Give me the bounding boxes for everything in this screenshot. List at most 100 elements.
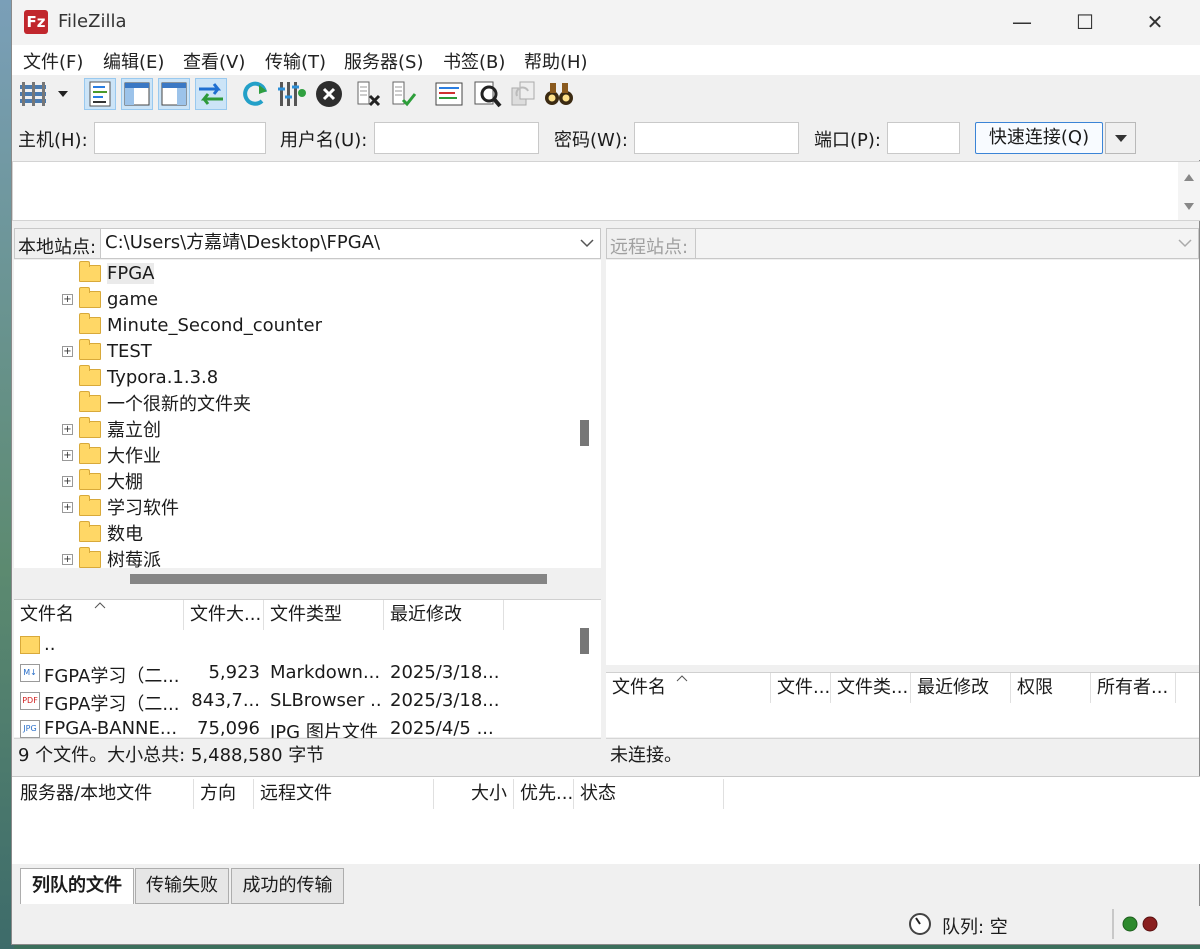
tree-item[interactable]: 数电 — [62, 520, 143, 546]
remote-col-filename[interactable]: 文件名 — [606, 673, 771, 703]
toggle-remote-tree-button[interactable] — [158, 78, 190, 110]
tree-item[interactable]: + 大棚 — [62, 468, 143, 494]
queue-col-priority[interactable]: 优先... — [514, 779, 574, 809]
local-col-modified[interactable]: 最近修改 — [384, 600, 504, 630]
menu-edit[interactable]: 编辑(E) — [103, 48, 164, 74]
tree-item-label: FPGA — [107, 262, 155, 284]
expand-plus-icon[interactable]: + — [62, 293, 73, 305]
tree-vertical-scrollbar-thumb[interactable] — [580, 420, 589, 446]
menu-server[interactable]: 服务器(S) — [344, 48, 423, 74]
queue-status-text: 队列: 空 — [942, 917, 1008, 938]
directory-listing-filters-button[interactable] — [433, 78, 465, 110]
tree-item[interactable]: + 大作业 — [62, 442, 161, 468]
menu-bookmarks[interactable]: 书签(B) — [443, 48, 505, 74]
file-name[interactable]: FPGA-BANNE... — [44, 718, 182, 739]
tree-horizontal-scrollbar[interactable] — [14, 568, 601, 590]
tree-item[interactable]: + 嘉立创 — [62, 416, 161, 442]
tab-queued-files[interactable]: 列队的文件 — [20, 868, 134, 904]
message-log-scrollbar[interactable] — [1178, 162, 1200, 220]
chevron-down-icon — [580, 239, 594, 248]
expand-plus-icon[interactable]: + — [62, 501, 73, 513]
menu-help[interactable]: 帮助(H) — [524, 48, 588, 74]
menu-view[interactable]: 查看(V) — [183, 48, 245, 74]
remote-col-filesize[interactable]: 文件... — [771, 673, 831, 703]
toolbar — [12, 75, 1200, 115]
tab-failed-transfers[interactable]: 传输失败 — [135, 868, 229, 904]
file-name[interactable]: .. — [44, 634, 182, 655]
file-name[interactable]: FGPA学习（二... — [44, 690, 182, 716]
tree-item[interactable]: + 学习软件 — [62, 494, 179, 520]
username-input[interactable] — [374, 122, 539, 154]
local-directory-tree[interactable]: FPGA + game Minute_Second_counter + TEST Typor… — [14, 260, 601, 590]
queue-col-remote-file[interactable]: 远程文件 — [254, 779, 434, 809]
password-input[interactable] — [634, 122, 799, 154]
toggle-transfer-queue-button[interactable] — [195, 78, 227, 110]
quickconnect-history-dropdown[interactable] — [1105, 122, 1136, 154]
menu-file[interactable]: 文件(F) — [23, 48, 83, 74]
expand-plus-icon[interactable]: + — [62, 475, 73, 487]
host-input[interactable] — [94, 122, 266, 154]
tree-item-label: 一个很新的文件夹 — [107, 394, 251, 415]
minimize-button[interactable]: — — [987, 0, 1057, 45]
synchronized-browsing-button[interactable] — [507, 78, 539, 110]
compare-directories-button[interactable] — [471, 78, 503, 110]
remote-col-owner[interactable]: 所有者... — [1091, 673, 1176, 703]
queue-col-size[interactable]: 大小 — [434, 779, 514, 809]
tree-item[interactable]: Typora.1.3.8 — [62, 364, 218, 390]
refresh-button[interactable] — [239, 78, 271, 110]
remote-col-permissions[interactable]: 权限 — [1011, 673, 1091, 703]
username-label: 用户名(U): — [280, 130, 368, 151]
maximize-button[interactable]: ☐ — [1050, 0, 1120, 45]
site-manager-button[interactable] — [17, 78, 75, 110]
port-label: 端口(P): — [814, 130, 881, 151]
process-queue-button[interactable] — [276, 78, 308, 110]
tree-item[interactable]: + TEST — [62, 338, 152, 364]
expand-plus-icon[interactable]: + — [62, 449, 73, 461]
host-label: 主机(H): — [18, 130, 88, 151]
folder-icon — [79, 494, 101, 516]
quickconnect-button[interactable]: 快速连接(Q) — [975, 122, 1103, 154]
queue-col-direction[interactable]: 方向 — [194, 779, 254, 809]
remote-file-list[interactable]: 文件名 文件... 文件类... 最近修改 权限 所有者... — [606, 672, 1199, 737]
chevron-down-icon — [1178, 239, 1192, 248]
toggle-message-log-button[interactable] — [84, 78, 116, 110]
close-button[interactable]: ✕ — [1120, 0, 1190, 45]
expand-plus-icon[interactable]: + — [62, 423, 73, 435]
queue-col-status[interactable]: 状态 — [574, 779, 724, 809]
local-col-filetype[interactable]: 文件类型 — [264, 600, 384, 630]
local-col-filesize[interactable]: 文件大... — [184, 600, 264, 630]
message-log[interactable] — [12, 161, 1200, 221]
disconnect-button[interactable] — [352, 78, 384, 110]
tree-item-label: 数电 — [107, 524, 143, 545]
remote-path-combo[interactable] — [695, 229, 1198, 258]
local-status-bar: 9 个文件。大小总共: 5,488,580 字节 — [14, 738, 601, 772]
remote-directory-tree[interactable] — [606, 260, 1199, 665]
expand-plus-icon[interactable]: + — [62, 345, 73, 357]
tree-item[interactable]: FPGA — [62, 260, 155, 286]
port-input[interactable] — [887, 122, 960, 154]
local-path-combo[interactable]: C:\Users\方嘉靖\Desktop\FPGA\ — [100, 229, 600, 258]
file-name[interactable]: FGPA学习（二... — [44, 662, 182, 688]
reconnect-button[interactable] — [387, 78, 419, 110]
tree-item[interactable]: + game — [62, 286, 158, 312]
tree-item[interactable]: 一个很新的文件夹 — [62, 390, 251, 416]
speed-limit-icon[interactable] — [908, 912, 932, 936]
tab-successful-transfers[interactable]: 成功的传输 — [231, 868, 344, 904]
search-remote-files-button[interactable] — [543, 78, 575, 110]
menu-transfer[interactable]: 传输(T) — [265, 48, 326, 74]
file-type: SLBrowser ... — [270, 690, 382, 711]
file-list-scrollbar-thumb[interactable] — [580, 628, 589, 654]
remote-col-filetype[interactable]: 文件类... — [831, 673, 911, 703]
toggle-local-tree-button[interactable] — [121, 78, 153, 110]
transfer-queue[interactable]: 服务器/本地文件 方向 远程文件 大小 优先... 状态 — [12, 776, 1200, 864]
expand-plus-icon[interactable]: + — [62, 553, 73, 565]
local-file-list[interactable]: 文件名 文件大... 文件类型 最近修改 .. M↓ FGPA学习（二... 5,92… — [14, 599, 601, 743]
queue-col-server-local-file[interactable]: 服务器/本地文件 — [14, 779, 194, 809]
tree-item[interactable]: Minute_Second_counter — [62, 312, 322, 338]
remote-col-modified[interactable]: 最近修改 — [911, 673, 1011, 703]
transfer-arrows-icon — [199, 83, 223, 105]
markdown-file-icon: M↓ — [20, 664, 40, 682]
process-queue-icon — [278, 82, 306, 106]
tree-horizontal-scrollbar-thumb[interactable] — [130, 574, 547, 584]
cancel-operation-button[interactable] — [313, 78, 345, 110]
